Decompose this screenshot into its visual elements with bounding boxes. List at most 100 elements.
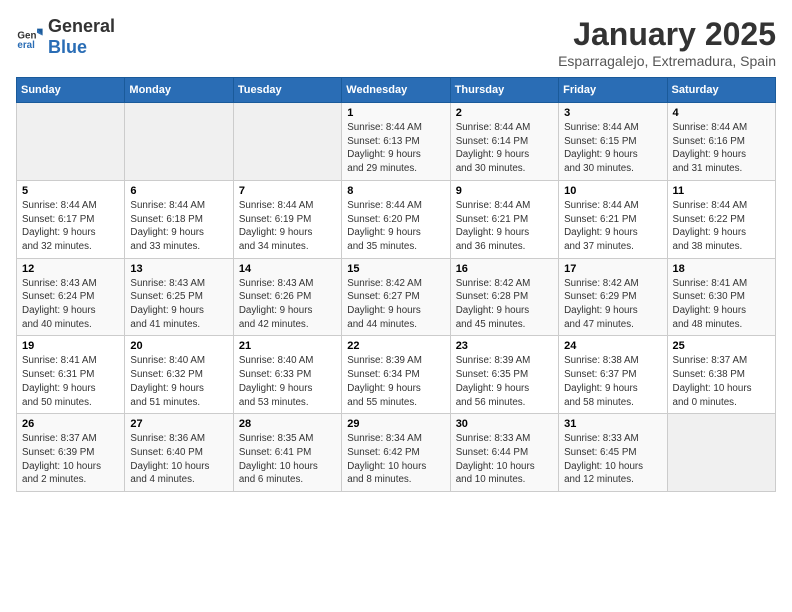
day-cell-30: 30 Sunrise: 8:33 AM Sunset: 6:44 PM Dayli… bbox=[450, 414, 558, 492]
day-cell-10: 10 Sunrise: 8:44 AM Sunset: 6:21 PM Dayli… bbox=[559, 180, 667, 258]
day-number: 8 bbox=[347, 185, 444, 197]
col-header-friday: Friday bbox=[559, 78, 667, 103]
day-cell-11: 11 Sunrise: 8:44 AM Sunset: 6:22 PM Dayli… bbox=[667, 180, 775, 258]
day-cell-25: 25Sunrise: 8:37 AM Sunset: 6:38 PM Dayli… bbox=[667, 336, 775, 414]
calendar-week-1: 1 Sunrise: 8:44 AM Sunset: 6:13 PM Daylig… bbox=[17, 103, 776, 181]
day-number: 20 bbox=[130, 340, 227, 352]
day-number: 26 bbox=[22, 418, 119, 430]
day-cell-8: 8 Sunrise: 8:44 AM Sunset: 6:20 PM Daylig… bbox=[342, 180, 450, 258]
day-info: Sunrise: 8:44 AM Sunset: 6:20 PM Dayligh… bbox=[347, 199, 444, 254]
day-info: Sunrise: 8:43 AM Sunset: 6:26 PM Dayligh… bbox=[239, 277, 336, 332]
day-info: Sunrise: 8:44 AM Sunset: 6:21 PM Dayligh… bbox=[564, 199, 661, 254]
day-cell-18: 18 Sunrise: 8:41 AM Sunset: 6:30 PM Dayli… bbox=[667, 258, 775, 336]
day-cell-9: 9 Sunrise: 8:44 AM Sunset: 6:21 PM Daylig… bbox=[450, 180, 558, 258]
day-cell-14: 14 Sunrise: 8:43 AM Sunset: 6:26 PM Dayli… bbox=[233, 258, 341, 336]
day-number: 19 bbox=[22, 340, 119, 352]
day-number: 30 bbox=[456, 418, 553, 430]
day-number: 23 bbox=[456, 340, 553, 352]
col-header-monday: Monday bbox=[125, 78, 233, 103]
col-header-sunday: Sunday bbox=[17, 78, 125, 103]
calendar: SundayMondayTuesdayWednesdayThursdayFrid… bbox=[16, 77, 776, 492]
day-info: Sunrise: 8:35 AM Sunset: 6:41 PM Dayligh… bbox=[239, 432, 336, 487]
day-number: 9 bbox=[456, 185, 553, 197]
day-cell-19: 19 Sunrise: 8:41 AM Sunset: 6:31 PM Dayli… bbox=[17, 336, 125, 414]
day-number: 14 bbox=[239, 263, 336, 275]
title-block: January 2025 Esparragalejo, Extremadura,… bbox=[558, 16, 776, 69]
day-number: 24 bbox=[564, 340, 661, 352]
calendar-week-2: 5Sunrise: 8:44 AM Sunset: 6:17 PM Daylig… bbox=[17, 180, 776, 258]
day-cell-17: 17Sunrise: 8:42 AM Sunset: 6:29 PM Dayli… bbox=[559, 258, 667, 336]
day-info: Sunrise: 8:41 AM Sunset: 6:30 PM Dayligh… bbox=[673, 277, 770, 332]
day-number: 17 bbox=[564, 263, 661, 275]
day-number: 6 bbox=[130, 185, 227, 197]
day-cell-20: 20 Sunrise: 8:40 AM Sunset: 6:32 PM Dayli… bbox=[125, 336, 233, 414]
day-info: Sunrise: 8:40 AM Sunset: 6:32 PM Dayligh… bbox=[130, 354, 227, 409]
day-cell-1: 1 Sunrise: 8:44 AM Sunset: 6:13 PM Daylig… bbox=[342, 103, 450, 181]
day-info: Sunrise: 8:34 AM Sunset: 6:42 PM Dayligh… bbox=[347, 432, 444, 487]
day-cell-5: 5Sunrise: 8:44 AM Sunset: 6:17 PM Daylig… bbox=[17, 180, 125, 258]
title-month: January 2025 bbox=[558, 16, 776, 53]
header: Gen eral General Blue January 2025 Espar… bbox=[16, 16, 776, 69]
empty-cell bbox=[125, 103, 233, 181]
calendar-week-5: 26 Sunrise: 8:37 AM Sunset: 6:39 PM Dayli… bbox=[17, 414, 776, 492]
day-info: Sunrise: 8:44 AM Sunset: 6:13 PM Dayligh… bbox=[347, 121, 444, 176]
day-info: Sunrise: 8:33 AM Sunset: 6:45 PM Dayligh… bbox=[564, 432, 661, 487]
empty-cell bbox=[667, 414, 775, 492]
logo-wordmark: General Blue bbox=[48, 16, 115, 58]
day-cell-2: 2 Sunrise: 8:44 AM Sunset: 6:14 PM Daylig… bbox=[450, 103, 558, 181]
day-number: 1 bbox=[347, 107, 444, 119]
day-cell-22: 22Sunrise: 8:39 AM Sunset: 6:34 PM Dayli… bbox=[342, 336, 450, 414]
day-cell-3: 3 Sunrise: 8:44 AM Sunset: 6:15 PM Daylig… bbox=[559, 103, 667, 181]
col-header-tuesday: Tuesday bbox=[233, 78, 341, 103]
day-info: Sunrise: 8:37 AM Sunset: 6:38 PM Dayligh… bbox=[673, 354, 770, 409]
day-number: 2 bbox=[456, 107, 553, 119]
day-info: Sunrise: 8:37 AM Sunset: 6:39 PM Dayligh… bbox=[22, 432, 119, 487]
day-cell-6: 6Sunrise: 8:44 AM Sunset: 6:18 PM Daylig… bbox=[125, 180, 233, 258]
day-number: 28 bbox=[239, 418, 336, 430]
day-cell-26: 26 Sunrise: 8:37 AM Sunset: 6:39 PM Dayli… bbox=[17, 414, 125, 492]
day-info: Sunrise: 8:42 AM Sunset: 6:27 PM Dayligh… bbox=[347, 277, 444, 332]
day-number: 11 bbox=[673, 185, 770, 197]
logo-text-blue: Blue bbox=[48, 37, 87, 57]
day-number: 29 bbox=[347, 418, 444, 430]
day-number: 18 bbox=[673, 263, 770, 275]
day-info: Sunrise: 8:39 AM Sunset: 6:34 PM Dayligh… bbox=[347, 354, 444, 409]
day-number: 13 bbox=[130, 263, 227, 275]
logo-text-general: General bbox=[48, 16, 115, 36]
day-number: 21 bbox=[239, 340, 336, 352]
day-cell-29: 29 Sunrise: 8:34 AM Sunset: 6:42 PM Dayli… bbox=[342, 414, 450, 492]
col-header-saturday: Saturday bbox=[667, 78, 775, 103]
day-cell-7: 7Sunrise: 8:44 AM Sunset: 6:19 PM Daylig… bbox=[233, 180, 341, 258]
logo: Gen eral General Blue bbox=[16, 16, 115, 58]
calendar-week-3: 12Sunrise: 8:43 AM Sunset: 6:24 PM Dayli… bbox=[17, 258, 776, 336]
day-cell-24: 24 Sunrise: 8:38 AM Sunset: 6:37 PM Dayli… bbox=[559, 336, 667, 414]
col-header-thursday: Thursday bbox=[450, 78, 558, 103]
day-cell-13: 13 Sunrise: 8:43 AM Sunset: 6:25 PM Dayli… bbox=[125, 258, 233, 336]
day-info: Sunrise: 8:33 AM Sunset: 6:44 PM Dayligh… bbox=[456, 432, 553, 487]
day-info: Sunrise: 8:44 AM Sunset: 6:21 PM Dayligh… bbox=[456, 199, 553, 254]
day-number: 15 bbox=[347, 263, 444, 275]
day-cell-21: 21Sunrise: 8:40 AM Sunset: 6:33 PM Dayli… bbox=[233, 336, 341, 414]
col-header-wednesday: Wednesday bbox=[342, 78, 450, 103]
title-location: Esparragalejo, Extremadura, Spain bbox=[558, 53, 776, 69]
calendar-week-4: 19 Sunrise: 8:41 AM Sunset: 6:31 PM Dayli… bbox=[17, 336, 776, 414]
day-number: 5 bbox=[22, 185, 119, 197]
day-info: Sunrise: 8:38 AM Sunset: 6:37 PM Dayligh… bbox=[564, 354, 661, 409]
day-info: Sunrise: 8:42 AM Sunset: 6:28 PM Dayligh… bbox=[456, 277, 553, 332]
day-info: Sunrise: 8:43 AM Sunset: 6:24 PM Dayligh… bbox=[22, 277, 119, 332]
day-info: Sunrise: 8:44 AM Sunset: 6:22 PM Dayligh… bbox=[673, 199, 770, 254]
day-info: Sunrise: 8:44 AM Sunset: 6:15 PM Dayligh… bbox=[564, 121, 661, 176]
day-info: Sunrise: 8:41 AM Sunset: 6:31 PM Dayligh… bbox=[22, 354, 119, 409]
day-number: 10 bbox=[564, 185, 661, 197]
day-number: 7 bbox=[239, 185, 336, 197]
day-info: Sunrise: 8:44 AM Sunset: 6:16 PM Dayligh… bbox=[673, 121, 770, 176]
day-cell-15: 15 Sunrise: 8:42 AM Sunset: 6:27 PM Dayli… bbox=[342, 258, 450, 336]
day-number: 3 bbox=[564, 107, 661, 119]
day-number: 31 bbox=[564, 418, 661, 430]
day-info: Sunrise: 8:36 AM Sunset: 6:40 PM Dayligh… bbox=[130, 432, 227, 487]
day-info: Sunrise: 8:43 AM Sunset: 6:25 PM Dayligh… bbox=[130, 277, 227, 332]
logo-icon: Gen eral bbox=[16, 23, 44, 51]
day-cell-12: 12Sunrise: 8:43 AM Sunset: 6:24 PM Dayli… bbox=[17, 258, 125, 336]
day-cell-4: 4Sunrise: 8:44 AM Sunset: 6:16 PM Daylig… bbox=[667, 103, 775, 181]
day-info: Sunrise: 8:44 AM Sunset: 6:14 PM Dayligh… bbox=[456, 121, 553, 176]
